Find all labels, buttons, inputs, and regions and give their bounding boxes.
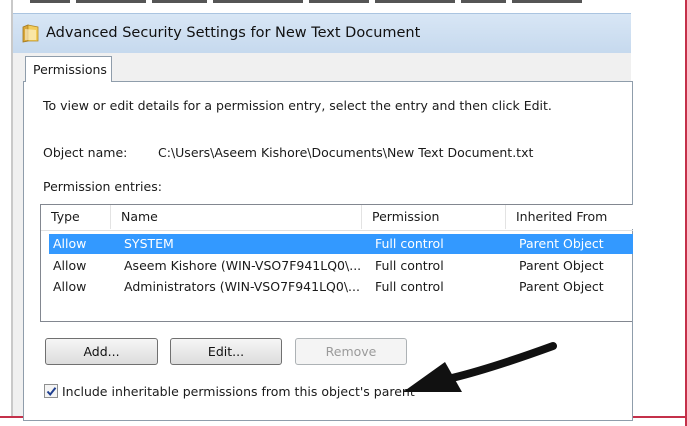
- arrow-annotation-icon: [403, 342, 557, 392]
